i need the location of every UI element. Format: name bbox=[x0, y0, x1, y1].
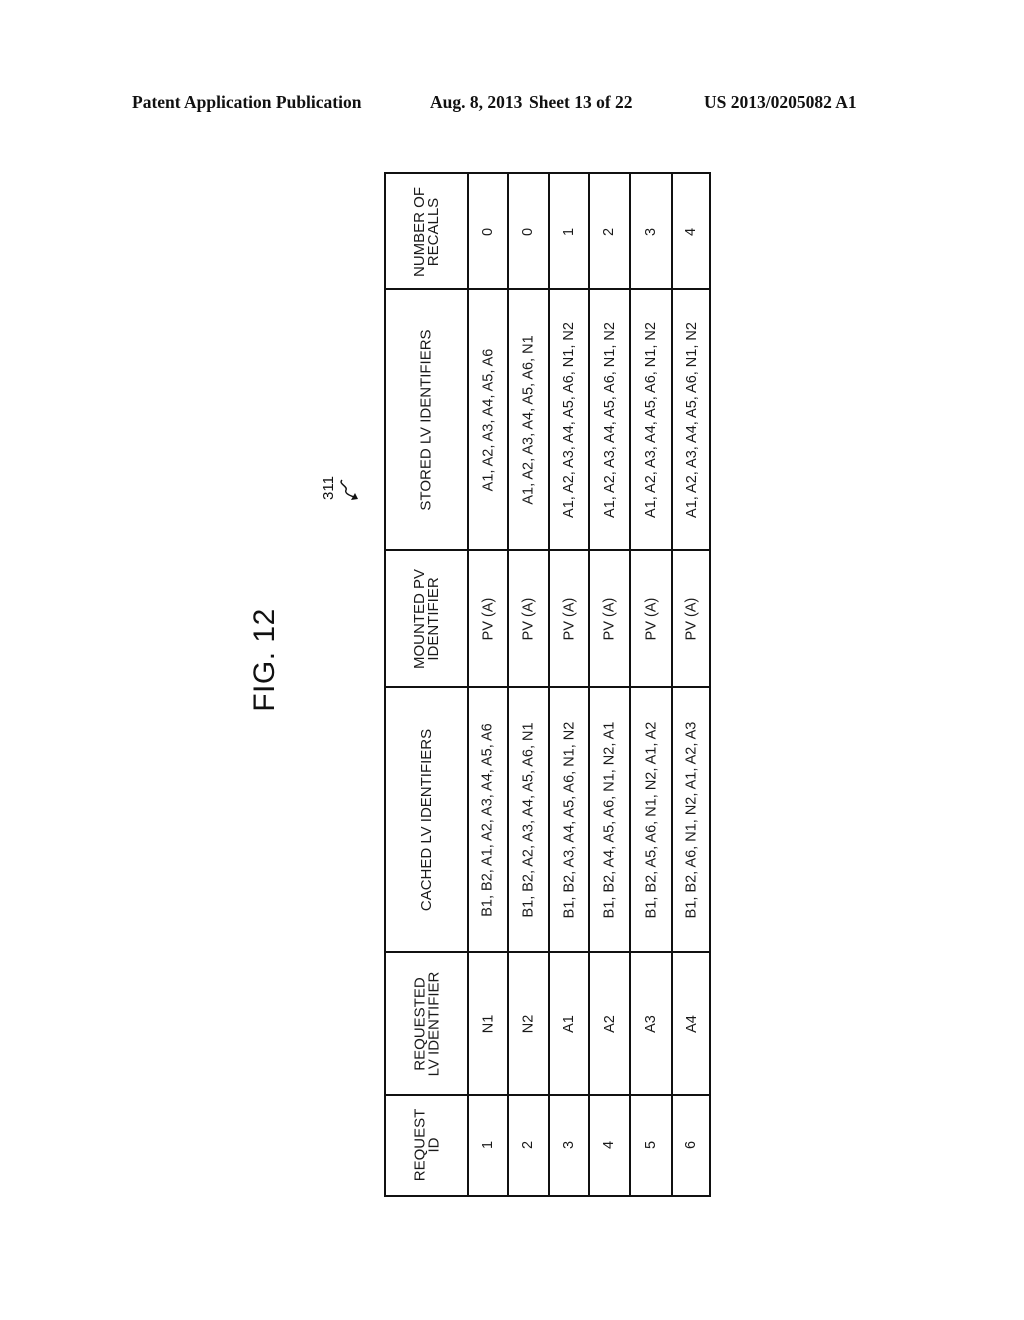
table-cell-request-id: 5 bbox=[630, 1095, 672, 1195]
table-cell-stored-lv: A1, A2, A3, A4, A5, A6, N1, N2 bbox=[630, 289, 672, 550]
cell-value: A4 bbox=[683, 1014, 700, 1033]
publication-date: Aug. 8, 2013 bbox=[430, 92, 523, 112]
column-header-stored-lv: STORED LV IDENTIFIERS bbox=[386, 289, 468, 550]
table-cell-requested-lv: A2 bbox=[589, 952, 630, 1095]
recall-table: NUMBER OF RECALLS 0 0 1 2 3 4 STORED LV IDENTIF… bbox=[384, 172, 711, 1197]
column-header-cached-lv: CACHED LV IDENTIFIERS bbox=[386, 687, 468, 952]
cell-value: A1, A2, A3, A4, A5, A6, N1 bbox=[520, 334, 537, 505]
table-cell-request-id: 1 bbox=[468, 1095, 508, 1195]
cell-value: PV (A) bbox=[683, 597, 700, 640]
cell-value: 0 bbox=[479, 227, 496, 236]
column-header-label: REQUEST ID bbox=[410, 1108, 442, 1182]
cell-value: B1, B2, A1, A2, A3, A4, A5, A6 bbox=[480, 722, 497, 917]
cell-value: 4 bbox=[601, 1140, 618, 1150]
table-cell-stored-lv: A1, A2, A3, A4, A5, A6 bbox=[468, 289, 508, 550]
figure-title: FIG. 12 bbox=[248, 608, 281, 712]
cell-value: A1, A2, A3, A4, A5, A6 bbox=[480, 348, 497, 491]
cell-value: A1 bbox=[561, 1014, 577, 1033]
table-cell-requested-lv: A1 bbox=[549, 952, 589, 1095]
table-cell-requested-lv: N1 bbox=[468, 952, 508, 1095]
column-header-label: MOUNTED PV IDENTIFIER bbox=[411, 568, 443, 669]
cell-value: 2 bbox=[520, 1140, 537, 1150]
cell-value: A3 bbox=[643, 1014, 659, 1033]
cell-value: 3 bbox=[560, 1140, 577, 1150]
table-cell-mounted-pv: PV (A) bbox=[468, 550, 508, 687]
cell-value: B1, B2, A3, A4, A5, A6, N1, N2 bbox=[561, 721, 577, 918]
cell-value: N1 bbox=[479, 1014, 496, 1033]
table-cell-recalls: 1 bbox=[549, 174, 589, 289]
table-cell-requested-lv: N2 bbox=[508, 952, 549, 1095]
table-cell-request-id: 3 bbox=[549, 1095, 589, 1195]
table-cell-mounted-pv: PV (A) bbox=[672, 550, 711, 687]
table-cell-cached-lv: B1, B2, A4, A5, A6, N1, N2, A1 bbox=[589, 687, 630, 952]
patent-number: US 2013/0205082 A1 bbox=[704, 92, 857, 112]
cell-value: B1, B2, A5, A6, N1, N2, A1, A2 bbox=[643, 721, 659, 918]
publication-label: Patent Application Publication bbox=[132, 92, 362, 112]
table-cell-recalls: 3 bbox=[630, 174, 672, 289]
cell-value: A1, A2, A3, A4, A5, A6, N1, N2 bbox=[601, 321, 618, 518]
cell-value: PV (A) bbox=[643, 597, 660, 640]
table-cell-stored-lv: A1, A2, A3, A4, A5, A6, N1, N2 bbox=[672, 289, 711, 550]
table-cell-request-id: 6 bbox=[672, 1095, 711, 1195]
table-cell-cached-lv: B1, B2, A1, A2, A3, A4, A5, A6 bbox=[468, 687, 508, 952]
reference-numeral: 311 bbox=[320, 476, 337, 500]
table-cell-mounted-pv: PV (A) bbox=[508, 550, 549, 687]
cell-value: 5 bbox=[642, 1140, 659, 1150]
cell-value: N2 bbox=[520, 1014, 537, 1033]
table-cell-cached-lv: B1, B2, A5, A6, N1, N2, A1, A2 bbox=[630, 687, 672, 952]
column-header-label: CACHED LV IDENTIFIERS bbox=[418, 728, 435, 911]
column-header-requested-lv: REQUESTED LV IDENTIFIER bbox=[386, 952, 468, 1095]
table-cell-recalls: 0 bbox=[468, 174, 508, 289]
cell-value: A1, A2, A3, A4, A5, A6, N1, N2 bbox=[683, 321, 700, 518]
cell-value: B1, B2, A6, N1, N2, A1, A2, A3 bbox=[683, 721, 700, 918]
table-cell-stored-lv: A1, A2, A3, A4, A5, A6, N1 bbox=[508, 289, 549, 550]
column-header-request-id: REQUEST ID bbox=[386, 1095, 468, 1195]
table-cell-cached-lv: B1, B2, A2, A3, A4, A5, A6, N1 bbox=[508, 687, 549, 952]
cell-value: A1, A2, A3, A4, A5, A6, N1, N2 bbox=[643, 321, 660, 518]
table-cell-cached-lv: B1, B2, A6, N1, N2, A1, A2, A3 bbox=[672, 687, 711, 952]
table-cell-request-id: 4 bbox=[589, 1095, 630, 1195]
table-cell-mounted-pv: PV (A) bbox=[589, 550, 630, 687]
cell-value: 4 bbox=[683, 227, 700, 236]
cell-value: B1, B2, A4, A5, A6, N1, N2, A1 bbox=[601, 721, 618, 918]
column-header-label: STORED LV IDENTIFIERS bbox=[418, 328, 435, 511]
cell-value: PV (A) bbox=[601, 597, 618, 640]
cell-value: PV (A) bbox=[561, 597, 578, 640]
cell-value: A1, A2, A3, A4, A5, A6, N1, N2 bbox=[561, 321, 578, 518]
column-header-mounted-pv: MOUNTED PV IDENTIFIER bbox=[386, 550, 468, 687]
column-header-label: REQUESTED LV IDENTIFIER bbox=[411, 971, 442, 1076]
cell-value: PV (A) bbox=[480, 597, 497, 640]
table-cell-cached-lv: B1, B2, A3, A4, A5, A6, N1, N2 bbox=[549, 687, 589, 952]
cell-value: 1 bbox=[560, 227, 577, 236]
cell-value: A2 bbox=[601, 1014, 618, 1033]
sheet-number: Sheet 13 of 22 bbox=[529, 92, 633, 112]
table-cell-mounted-pv: PV (A) bbox=[630, 550, 672, 687]
table-cell-recalls: 2 bbox=[589, 174, 630, 289]
cell-value: 0 bbox=[520, 227, 537, 236]
table-cell-request-id: 2 bbox=[508, 1095, 549, 1195]
table-cell-requested-lv: A3 bbox=[630, 952, 672, 1095]
cell-value: 3 bbox=[642, 227, 659, 236]
cell-value: 6 bbox=[683, 1140, 700, 1150]
table-cell-stored-lv: A1, A2, A3, A4, A5, A6, N1, N2 bbox=[549, 289, 589, 550]
table-cell-stored-lv: A1, A2, A3, A4, A5, A6, N1, N2 bbox=[589, 289, 630, 550]
column-header-recalls: NUMBER OF RECALLS bbox=[386, 174, 468, 289]
cell-value: 2 bbox=[601, 227, 618, 236]
cell-value: PV (A) bbox=[520, 597, 537, 640]
reference-arrow-icon bbox=[340, 479, 358, 500]
cell-value: 1 bbox=[479, 1140, 496, 1150]
table-cell-requested-lv: A4 bbox=[672, 952, 711, 1095]
table-cell-recalls: 0 bbox=[508, 174, 549, 289]
column-header-label: NUMBER OF RECALLS bbox=[411, 186, 442, 277]
cell-value: B1, B2, A2, A3, A4, A5, A6, N1 bbox=[520, 721, 537, 918]
table-cell-mounted-pv: PV (A) bbox=[549, 550, 589, 687]
table-cell-recalls: 4 bbox=[672, 174, 711, 289]
